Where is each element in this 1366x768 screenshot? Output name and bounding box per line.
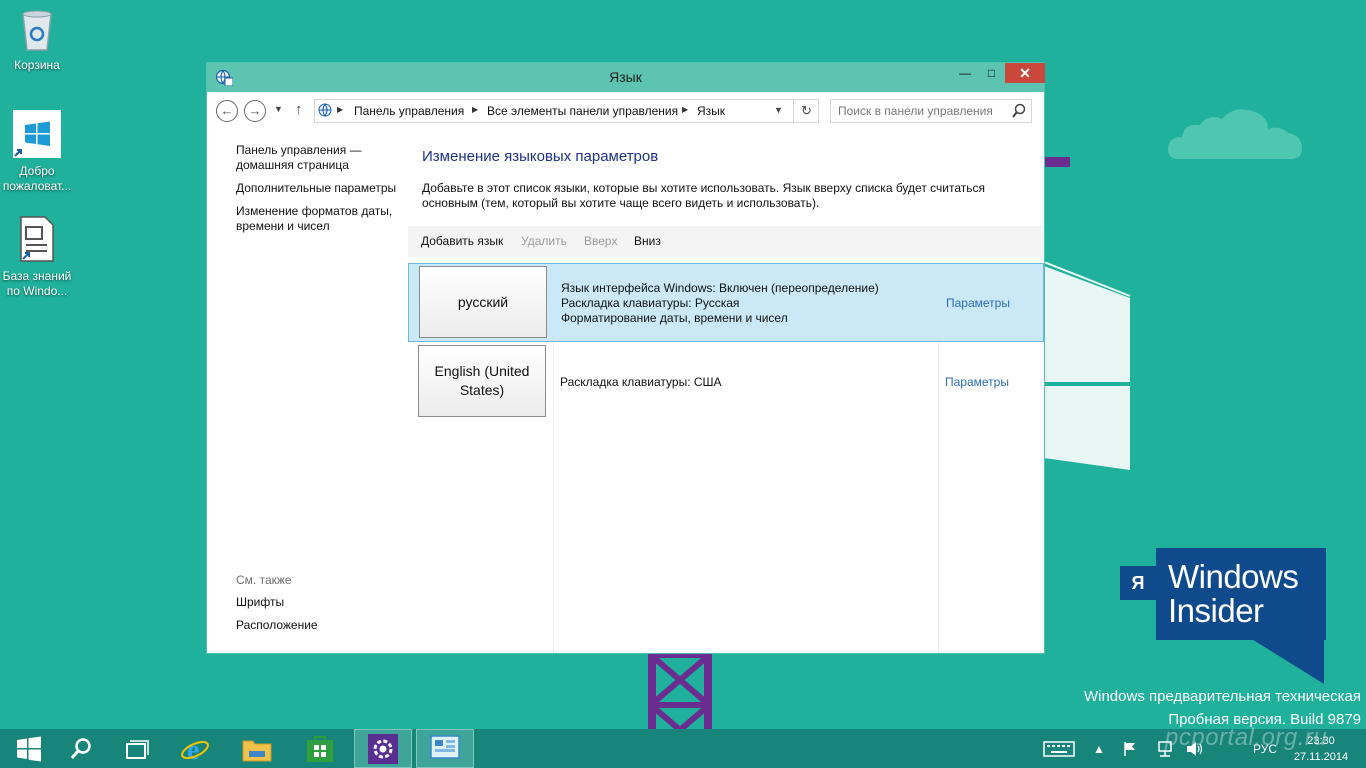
- show-hidden-icons-button[interactable]: ▲: [1093, 729, 1105, 768]
- remove-button[interactable]: Удалить: [521, 234, 567, 248]
- internet-explorer-icon: e: [181, 735, 209, 763]
- title-bar[interactable]: Язык — □ ✕: [207, 63, 1045, 92]
- store-button[interactable]: [291, 729, 349, 768]
- desktop-icon-welcome[interactable]: Добро пожаловат...: [0, 110, 76, 194]
- recycle-bin-icon: [22, 10, 52, 51]
- sidebar-link-date-formats[interactable]: Изменение форматов даты, времени и чисел: [236, 204, 406, 234]
- insider-line2: Insider: [1168, 592, 1264, 629]
- close-button[interactable]: ✕: [1005, 63, 1045, 83]
- breadcrumb-separator-icon: ▶: [682, 105, 689, 114]
- sidebar: Панель управления — домашняя страница До…: [236, 143, 406, 242]
- task-view-button[interactable]: [108, 729, 166, 768]
- sidebar-link-advanced[interactable]: Дополнительные параметры: [236, 181, 406, 196]
- desktop-icon-label: Корзина: [14, 58, 60, 72]
- address-dropdown[interactable]: ▼: [774, 105, 783, 115]
- file-explorer-button[interactable]: [228, 729, 286, 768]
- internet-explorer-button[interactable]: e: [166, 729, 224, 768]
- start-icon: [17, 736, 41, 761]
- navigation-bar: ← → ▼ ↑ ▶ Панель управления ▶ Все элемен…: [207, 92, 1044, 132]
- up-button[interactable]: ↑: [295, 101, 303, 118]
- language-tile[interactable]: English (United States): [418, 345, 546, 417]
- start-button[interactable]: [0, 729, 58, 768]
- see-also-location-link[interactable]: Расположение: [236, 618, 406, 633]
- document-icon: [20, 216, 54, 262]
- desktop-icon-recycle-bin[interactable]: Корзина: [0, 6, 76, 73]
- page-description: Добавьте в этот список языки, которые вы…: [422, 181, 985, 210]
- chevron-up-icon: ▲: [1093, 741, 1105, 756]
- search-icon: [70, 737, 91, 759]
- sidebar-link-home[interactable]: Панель управления — домашняя страница: [236, 143, 406, 173]
- arrow-right-icon: →: [248, 103, 262, 118]
- wallpaper-accent: [1044, 157, 1070, 167]
- address-bar[interactable]: ▶ Панель управления ▶ Все элементы панел…: [314, 99, 819, 123]
- action-center-button[interactable]: [1122, 729, 1138, 768]
- settings-icon: [368, 733, 398, 764]
- language-options-link[interactable]: Параметры: [945, 375, 1009, 389]
- language-toolbar: Добавить язык Удалить Вверх Вниз: [408, 226, 1044, 257]
- breadcrumb-separator-icon: ▶: [472, 105, 479, 114]
- language-details: Раскладка клавиатуры: США: [560, 375, 722, 390]
- breadcrumb-separator-icon: ▶: [337, 105, 344, 114]
- see-also-fonts-link[interactable]: Шрифты: [236, 595, 406, 610]
- language-row-english[interactable]: English (United States) Раскладка клавиа…: [408, 343, 1044, 422]
- minimize-button[interactable]: —: [952, 63, 978, 83]
- windows-welcome-icon: [13, 110, 61, 158]
- page-title: Изменение языковых параметров: [422, 148, 659, 165]
- desktop-icon-label: Добро пожаловат...: [2, 164, 72, 193]
- file-explorer-icon: [242, 740, 272, 761]
- settings-button[interactable]: [354, 729, 412, 768]
- move-down-button[interactable]: Вниз: [634, 234, 661, 248]
- wallpaper-cloud: [1168, 109, 1302, 159]
- maximize-button[interactable]: □: [978, 63, 1005, 83]
- refresh-icon: ↻: [801, 103, 812, 118]
- insider-line1: Windows: [1168, 558, 1299, 595]
- back-button[interactable]: ←: [216, 100, 238, 122]
- wallpaper-windows-logo: [1044, 262, 1131, 470]
- search-input[interactable]: [838, 103, 1008, 119]
- arrow-up-icon: ↑: [295, 101, 303, 118]
- touch-keyboard-button[interactable]: [1043, 729, 1075, 768]
- build-info-line1: Windows предварительная техническая: [1083, 688, 1361, 705]
- insider-prefix: Я: [1120, 566, 1156, 600]
- search-icon[interactable]: [1012, 103, 1026, 119]
- language-details: Язык интерфейса Windows: Включен (переоп…: [561, 281, 879, 326]
- language-icon: [318, 103, 332, 117]
- window-title: Язык: [609, 69, 642, 85]
- see-also-title: См. также: [236, 573, 292, 587]
- breadcrumb-language[interactable]: Язык: [697, 104, 725, 118]
- recent-locations-dropdown[interactable]: ▼: [274, 104, 283, 114]
- language-options-link[interactable]: Параметры: [946, 296, 1010, 310]
- search-taskbar-button[interactable]: [52, 729, 110, 768]
- watermark: pcportal.org.ru: [1165, 724, 1328, 751]
- store-icon: [307, 735, 333, 762]
- search-box[interactable]: [830, 99, 1032, 123]
- forward-button[interactable]: →: [244, 100, 266, 122]
- keyboard-icon: [1043, 740, 1075, 757]
- language-tile[interactable]: русский: [419, 266, 547, 338]
- language-detail-line: Раскладка клавиатуры: Русская: [561, 296, 740, 310]
- chevron-down-icon: ▼: [274, 104, 283, 114]
- task-view-icon: [126, 739, 149, 759]
- taskbar: e ▲ РУС 23:30 27.11.2014: [0, 729, 1366, 768]
- breadcrumb-all-items[interactable]: Все элементы панели управления: [487, 104, 678, 118]
- desktop-icon-knowledge-base[interactable]: База знаний по Windo...: [0, 215, 76, 299]
- language-detail-line: Форматирование даты, времени и чисел: [561, 311, 788, 325]
- desktop-icon-label: База знаний по Windo...: [2, 269, 72, 298]
- language-detail-line: Язык интерфейса Windows: Включен (переоп…: [561, 281, 879, 295]
- language-row-russian[interactable]: русский Язык интерфейса Windows: Включен…: [408, 263, 1044, 342]
- see-also-section: См. также Шрифты Расположение: [236, 573, 406, 641]
- refresh-button[interactable]: ↻: [793, 100, 819, 122]
- move-up-button[interactable]: Вверх: [584, 234, 617, 248]
- flag-icon: [1124, 741, 1135, 756]
- language-detail-line: Раскладка клавиатуры: США: [560, 375, 722, 389]
- arrow-left-icon: ←: [220, 103, 234, 118]
- control-panel-button[interactable]: [416, 729, 474, 768]
- add-language-button[interactable]: Добавить язык: [421, 234, 503, 248]
- breadcrumb-control-panel[interactable]: Панель управления: [354, 104, 464, 118]
- control-panel-icon: [430, 734, 460, 759]
- language-window: Язык — □ ✕ ← → ▼ ↑ ▶ Панель управления ▶…: [206, 62, 1045, 654]
